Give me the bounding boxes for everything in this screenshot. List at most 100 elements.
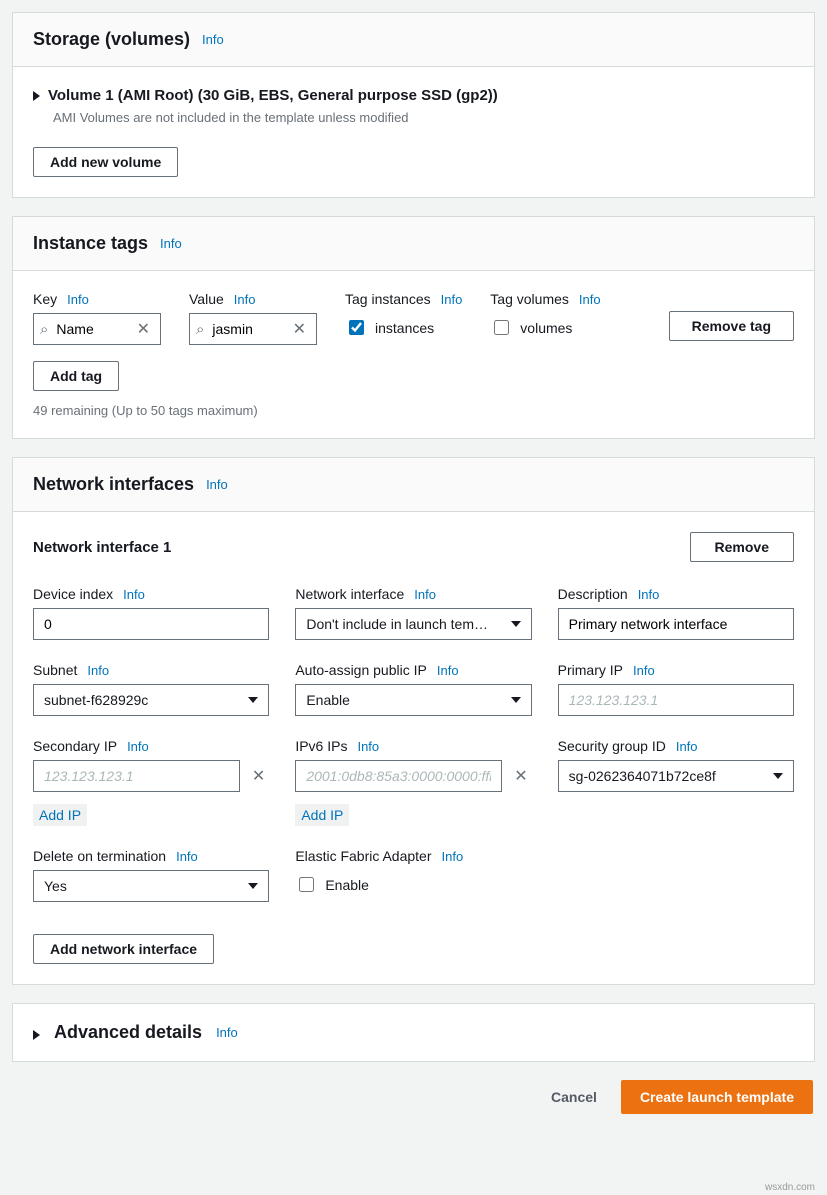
volume-title: Volume 1 (AMI Root) (30 GiB, EBS, Genera… bbox=[48, 87, 498, 104]
watermark: wsxdn.com bbox=[765, 1182, 815, 1193]
volumes-checkbox-line[interactable]: volumes bbox=[490, 317, 600, 338]
device-index-input[interactable] bbox=[33, 608, 269, 640]
caret-right-icon[interactable] bbox=[33, 91, 40, 101]
instances-text: instances bbox=[375, 320, 434, 336]
delete-term-label: Delete on termination bbox=[33, 848, 166, 864]
tags-panel: Instance tags Info Key Info ⌕ ✕ Value In… bbox=[12, 216, 815, 439]
tag-key-col: Key Info ⌕ ✕ bbox=[33, 291, 161, 345]
primary-ip-input[interactable] bbox=[558, 684, 794, 716]
subnet-info[interactable]: Info bbox=[87, 663, 109, 678]
chevron-down-icon bbox=[248, 883, 258, 889]
tag-volumes-label: Tag volumes bbox=[490, 291, 569, 307]
storage-header: Storage (volumes) Info bbox=[13, 13, 814, 67]
add-tag-button[interactable]: Add tag bbox=[33, 361, 119, 391]
value-label-row: Value Info bbox=[189, 291, 317, 307]
auto-assign-select[interactable]: Enable bbox=[295, 684, 531, 716]
auto-assign-field: Auto-assign public IP Info Enable bbox=[295, 662, 531, 716]
ni-form-grid: Device index Info Network interface Info… bbox=[33, 586, 794, 902]
value-info-link[interactable]: Info bbox=[234, 292, 256, 307]
cancel-button[interactable]: Cancel bbox=[551, 1089, 597, 1105]
tags-info-link[interactable]: Info bbox=[160, 236, 182, 251]
close-icon[interactable]: ✕ bbox=[133, 319, 154, 339]
sg-label: Security group ID bbox=[558, 738, 666, 754]
secondary-ip-label: Secondary IP bbox=[33, 738, 117, 754]
delete-term-select[interactable]: Yes bbox=[33, 870, 269, 902]
sg-value: sg-0262364071b72ce8f bbox=[569, 768, 716, 784]
efa-checkbox-line[interactable]: Enable bbox=[295, 874, 531, 895]
efa-field: Elastic Fabric Adapter Info Enable bbox=[295, 848, 531, 902]
key-info-link[interactable]: Info bbox=[67, 292, 89, 307]
key-label-row: Key Info bbox=[33, 291, 161, 307]
close-icon[interactable]: ✕ bbox=[510, 766, 531, 786]
secondary-ip-input[interactable] bbox=[33, 760, 240, 792]
close-icon[interactable]: ✕ bbox=[248, 766, 269, 786]
secondary-ip-info[interactable]: Info bbox=[127, 739, 149, 754]
subnet-field: Subnet Info subnet-f628929c bbox=[33, 662, 269, 716]
primary-ip-field: Primary IP Info bbox=[558, 662, 794, 716]
tags-remaining: 49 remaining (Up to 50 tags maximum) bbox=[33, 403, 794, 418]
tag-instances-info-link[interactable]: Info bbox=[441, 292, 463, 307]
auto-assign-value: Enable bbox=[306, 692, 350, 708]
storage-title: Storage (volumes) bbox=[33, 29, 190, 50]
advanced-title: Advanced details bbox=[54, 1022, 202, 1043]
key-input[interactable] bbox=[54, 320, 126, 338]
add-volume-button[interactable]: Add new volume bbox=[33, 147, 178, 177]
network-interface-label: Network interface bbox=[295, 586, 404, 602]
tag-instances-col: Tag instances Info instances bbox=[345, 291, 462, 338]
device-index-field: Device index Info bbox=[33, 586, 269, 640]
description-field: Description Info bbox=[558, 586, 794, 640]
storage-info-link[interactable]: Info bbox=[202, 32, 224, 47]
chevron-down-icon bbox=[511, 621, 521, 627]
volumes-checkbox[interactable] bbox=[494, 320, 509, 335]
ipv6-label: IPv6 IPs bbox=[295, 738, 347, 754]
ni-info-link[interactable]: Info bbox=[206, 477, 228, 492]
ipv6-info[interactable]: Info bbox=[357, 739, 379, 754]
delete-on-termination-field: Delete on termination Info Yes bbox=[33, 848, 269, 902]
tags-title: Instance tags bbox=[33, 233, 148, 254]
footer-actions: Cancel Create launch template bbox=[12, 1080, 815, 1114]
search-icon: ⌕ bbox=[196, 321, 204, 338]
sg-select[interactable]: sg-0262364071b72ce8f bbox=[558, 760, 794, 792]
efa-checkbox[interactable] bbox=[299, 877, 314, 892]
ni-title: Network interfaces bbox=[33, 474, 194, 495]
auto-assign-label: Auto-assign public IP bbox=[295, 662, 427, 678]
tag-row: Key Info ⌕ ✕ Value Info ⌕ ✕ bbox=[33, 291, 794, 345]
device-index-info[interactable]: Info bbox=[123, 587, 145, 602]
primary-ip-info[interactable]: Info bbox=[633, 663, 655, 678]
create-launch-template-button[interactable]: Create launch template bbox=[621, 1080, 813, 1114]
value-input[interactable] bbox=[210, 320, 282, 338]
key-input-wrap[interactable]: ⌕ ✕ bbox=[33, 313, 161, 345]
volume-row[interactable]: Volume 1 (AMI Root) (30 GiB, EBS, Genera… bbox=[33, 87, 794, 104]
network-interface-select[interactable]: Don't include in launch tem… bbox=[295, 608, 531, 640]
sg-info[interactable]: Info bbox=[676, 739, 698, 754]
description-input[interactable] bbox=[558, 608, 794, 640]
sg-field: Security group ID Info sg-0262364071b72c… bbox=[558, 738, 794, 826]
tag-instances-label-row: Tag instances Info bbox=[345, 291, 462, 307]
efa-enable-text: Enable bbox=[325, 877, 369, 893]
chevron-down-icon bbox=[248, 697, 258, 703]
efa-info[interactable]: Info bbox=[442, 849, 464, 864]
delete-term-info[interactable]: Info bbox=[176, 849, 198, 864]
value-input-wrap[interactable]: ⌕ ✕ bbox=[189, 313, 317, 345]
tags-body: Key Info ⌕ ✕ Value Info ⌕ ✕ bbox=[13, 271, 814, 438]
add-secondary-ip[interactable]: Add IP bbox=[33, 804, 87, 826]
close-icon[interactable]: ✕ bbox=[289, 319, 310, 339]
tag-volumes-info-link[interactable]: Info bbox=[579, 292, 601, 307]
instances-checkbox[interactable] bbox=[349, 320, 364, 335]
description-info[interactable]: Info bbox=[638, 587, 660, 602]
remove-interface-button[interactable]: Remove bbox=[690, 532, 794, 562]
instances-checkbox-line[interactable]: instances bbox=[345, 317, 462, 338]
delete-term-value: Yes bbox=[44, 878, 67, 894]
device-index-label: Device index bbox=[33, 586, 113, 602]
network-interface-info[interactable]: Info bbox=[414, 587, 436, 602]
add-interface-button[interactable]: Add network interface bbox=[33, 934, 214, 964]
add-ipv6-ip[interactable]: Add IP bbox=[295, 804, 349, 826]
ipv6-input[interactable] bbox=[295, 760, 502, 792]
remove-tag-button[interactable]: Remove tag bbox=[669, 311, 794, 341]
subnet-select[interactable]: subnet-f628929c bbox=[33, 684, 269, 716]
advanced-details-panel[interactable]: Advanced details Info bbox=[12, 1003, 815, 1062]
auto-assign-info[interactable]: Info bbox=[437, 663, 459, 678]
advanced-info-link[interactable]: Info bbox=[216, 1025, 238, 1040]
key-label: Key bbox=[33, 291, 57, 307]
caret-right-icon[interactable] bbox=[33, 1030, 40, 1040]
